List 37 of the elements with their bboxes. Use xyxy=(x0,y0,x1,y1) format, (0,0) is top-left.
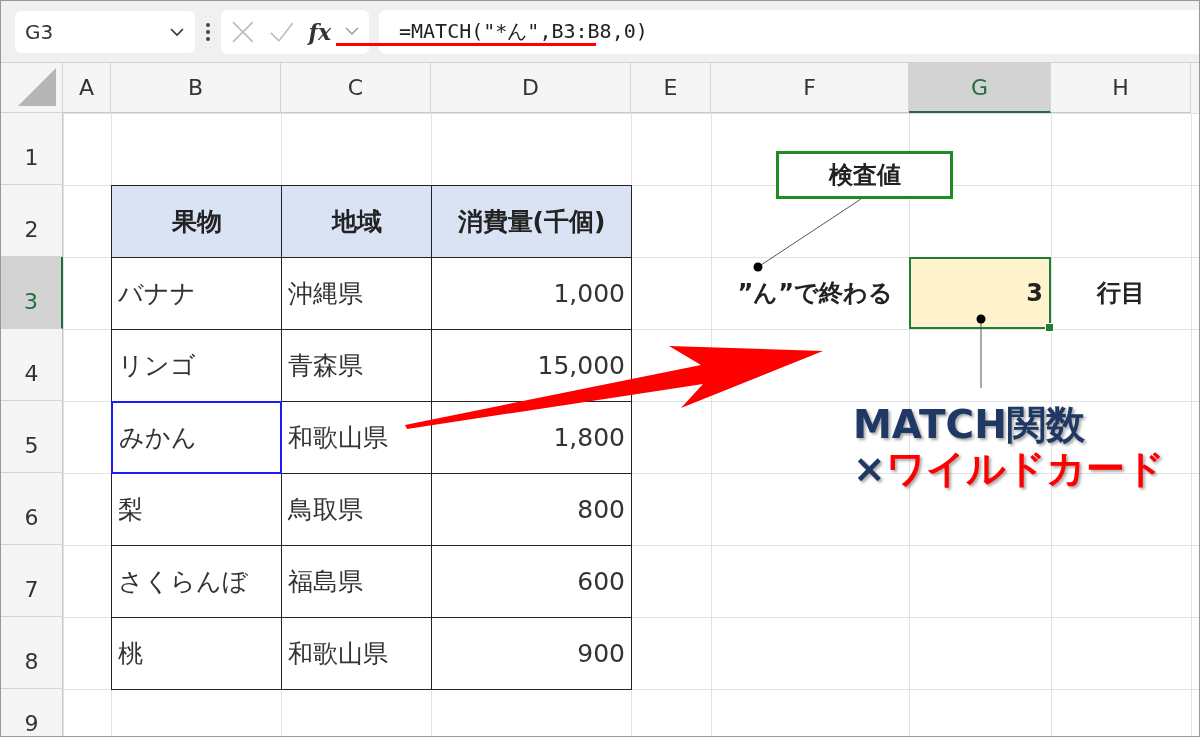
lookup-label: ”ん”で終わる xyxy=(736,278,894,309)
table-cell: 900 xyxy=(431,617,632,690)
row-header[interactable]: 2 xyxy=(1,185,63,257)
table-cell: みかん xyxy=(111,401,282,474)
cancel-icon[interactable] xyxy=(231,19,255,44)
column-header[interactable]: B xyxy=(111,63,281,113)
column-header[interactable]: F xyxy=(711,63,909,113)
column-header[interactable]: E xyxy=(631,63,711,113)
table-cell: 桃 xyxy=(111,617,282,690)
table-header-cell: 地域 xyxy=(281,185,432,258)
name-box[interactable]: G3 xyxy=(15,10,195,53)
row-header[interactable]: 8 xyxy=(1,617,63,689)
chevron-down-icon[interactable] xyxy=(345,27,359,36)
row-header[interactable]: 4 xyxy=(1,329,63,401)
table-header-cell: 果物 xyxy=(111,185,282,258)
result-cell[interactable]: 3 xyxy=(909,257,1051,329)
headline-title: MATCH関数 xyxy=(853,403,1086,447)
row-header[interactable]: 9 xyxy=(1,689,63,736)
headline-subtitle: ×ワイルドカード xyxy=(853,446,1165,491)
formula-field[interactable]: =MATCH("*ん",B3:B8,0) xyxy=(379,9,1199,54)
row-header[interactable]: 5 xyxy=(1,401,63,473)
select-all-icon[interactable] xyxy=(18,68,56,106)
table-header-cell: 消費量(千個) xyxy=(431,185,632,258)
row-header[interactable]: 3 xyxy=(1,257,63,329)
column-header[interactable]: C xyxy=(281,63,431,113)
row-header[interactable]: 1 xyxy=(1,113,63,185)
check-icon[interactable] xyxy=(268,20,295,43)
chevron-down-icon xyxy=(169,26,185,37)
column-header[interactable]: D xyxy=(431,63,631,113)
result-suffix: 行目 xyxy=(1095,278,1146,309)
insert-function-button[interactable]: fx xyxy=(308,18,332,45)
row-header[interactable]: 6 xyxy=(1,473,63,545)
more-options-icon[interactable] xyxy=(205,21,211,42)
row-header[interactable]: 7 xyxy=(1,545,63,617)
column-header[interactable]: G xyxy=(909,63,1051,113)
callout-label: 検査値 xyxy=(776,151,953,199)
column-header[interactable]: A xyxy=(63,63,111,113)
